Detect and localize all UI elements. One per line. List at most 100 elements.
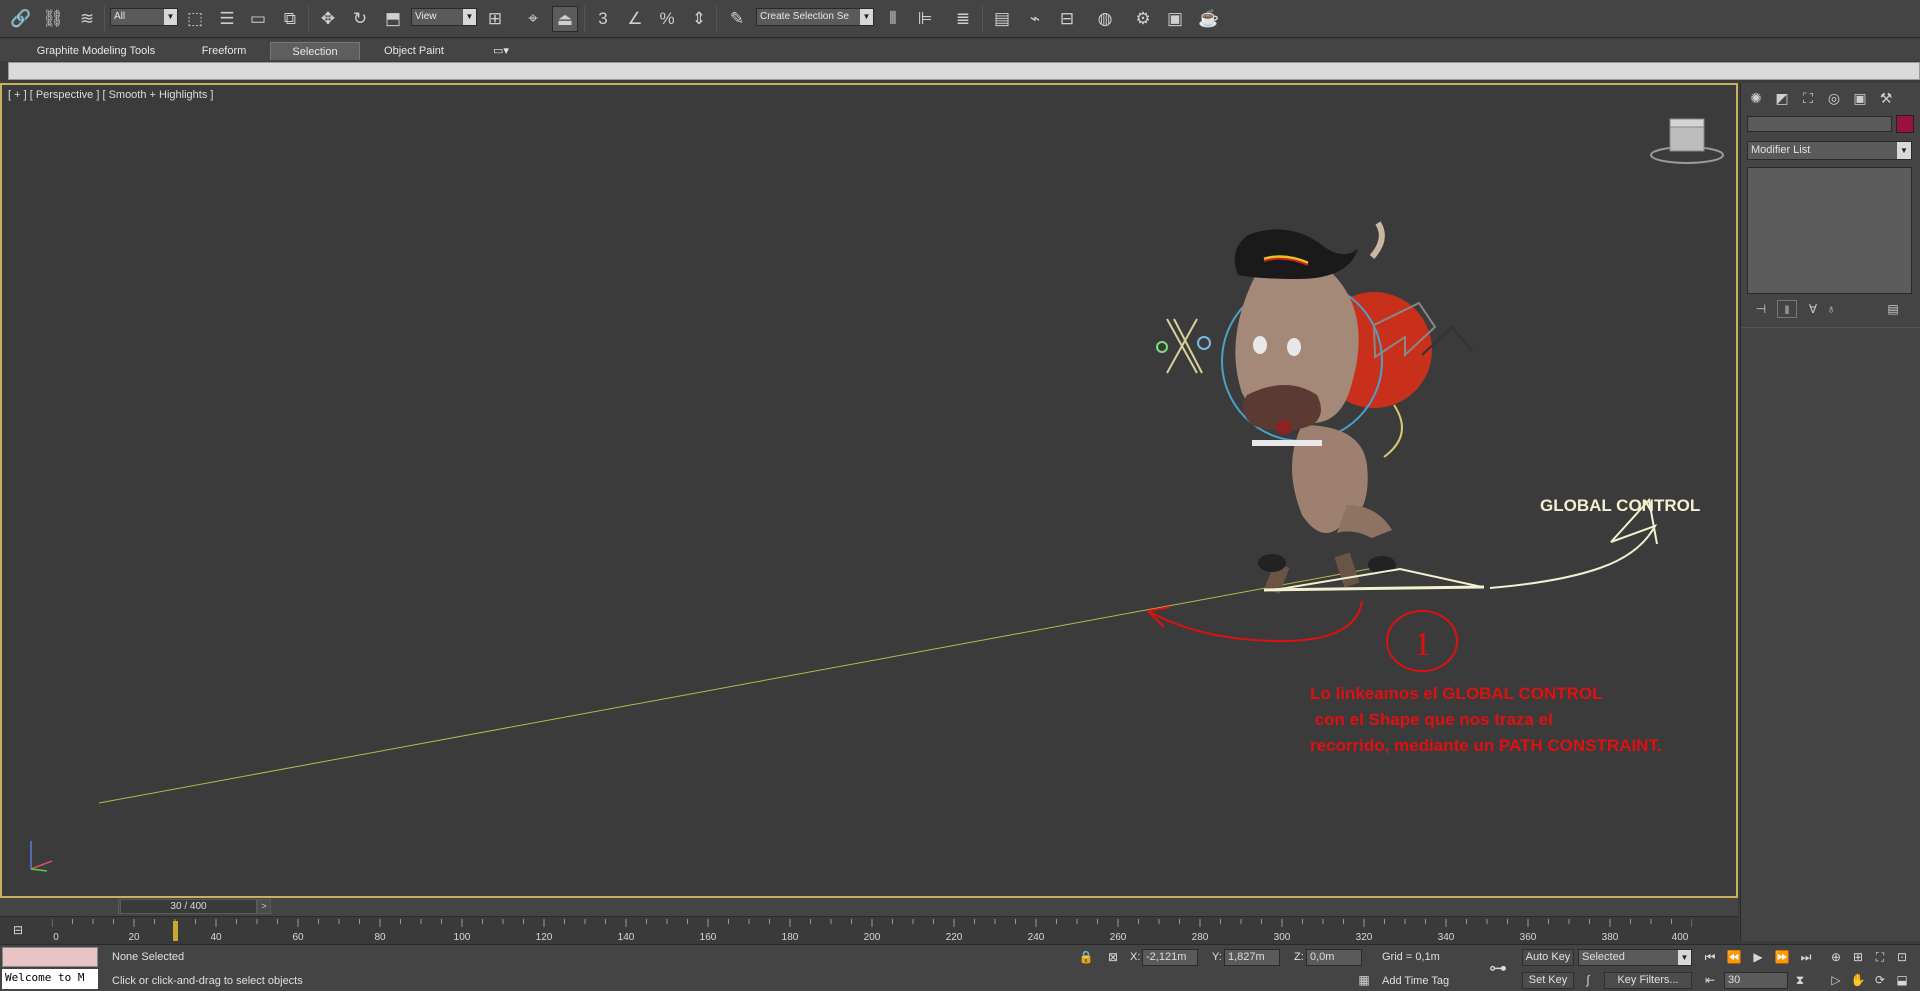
- zoom-all-icon[interactable]: ⊞: [1848, 948, 1868, 966]
- view-cube-icon[interactable]: [1650, 118, 1724, 164]
- play-icon[interactable]: ▶: [1748, 948, 1768, 966]
- time-slider-handle[interactable]: 30 / 400: [120, 899, 257, 914]
- key-filters-button[interactable]: Key Filters...: [1604, 972, 1692, 989]
- select-and-manipulate-icon[interactable]: ⌖: [520, 6, 546, 32]
- time-tag-icon[interactable]: ▦: [1354, 971, 1374, 989]
- edit-named-selection-icon[interactable]: ✎: [724, 6, 750, 32]
- zoom-icon[interactable]: ⊕: [1826, 948, 1846, 966]
- remove-modifier-icon[interactable]: ♁: [1821, 300, 1841, 318]
- object-name-field[interactable]: [1747, 116, 1892, 132]
- go-to-end-icon[interactable]: ⏭: [1796, 948, 1816, 966]
- key-selection-combo[interactable]: Selected ▼: [1578, 949, 1692, 966]
- path-shape[interactable]: [98, 567, 1375, 804]
- mirror-icon[interactable]: ⫴: [880, 6, 906, 32]
- selection-count: None Selected: [112, 951, 185, 963]
- spinner-snap-icon[interactable]: ⇕: [686, 6, 712, 32]
- add-time-tag[interactable]: Add Time Tag: [1382, 975, 1449, 987]
- select-and-move-icon[interactable]: ✥: [315, 6, 341, 32]
- render-setup-icon[interactable]: ⚙: [1130, 6, 1156, 32]
- go-to-start-icon[interactable]: ⏮: [1700, 948, 1720, 966]
- field-of-view-icon[interactable]: ▷: [1826, 971, 1846, 989]
- auto-key-button[interactable]: Auto Key: [1522, 949, 1574, 966]
- select-by-name-icon[interactable]: ☰: [214, 6, 240, 32]
- mini-curve-editor-icon[interactable]: ⊟: [8, 921, 28, 939]
- select-and-scale-icon[interactable]: ⬒: [380, 6, 406, 32]
- show-end-result-icon[interactable]: ‖: [1777, 300, 1797, 318]
- select-object-icon[interactable]: ⬚: [182, 6, 208, 32]
- select-and-link-icon[interactable]: 🔗: [8, 6, 34, 32]
- previous-frame-icon[interactable]: ⏪: [1724, 948, 1744, 966]
- curve-editor-icon[interactable]: ⌁: [1022, 6, 1048, 32]
- configure-modifier-sets-icon[interactable]: ▤: [1883, 300, 1903, 318]
- perspective-viewport[interactable]: [ + ] [ Perspective ] [ Smooth + Highlig…: [0, 83, 1738, 898]
- bull-character-model[interactable]: [1221, 221, 1473, 594]
- track-bar-ruler: 0 20 40 60 80 100 120 140 160 180 200 220 240 260 280 3…: [52, 919, 1692, 943]
- tab-freeform[interactable]: Freeform: [192, 42, 256, 60]
- pivot-center-icon[interactable]: ⊞: [482, 6, 508, 32]
- modifier-list-combo[interactable]: Modifier List ▼: [1747, 141, 1912, 160]
- tab-graphite-modeling-tools[interactable]: Graphite Modeling Tools: [28, 42, 164, 60]
- rectangular-selection-icon[interactable]: ▭: [245, 6, 271, 32]
- current-frame-field[interactable]: 30: [1724, 972, 1788, 989]
- ruler-tick-label: 180: [782, 932, 799, 943]
- x-coordinate-field[interactable]: -2,121m: [1142, 949, 1198, 966]
- maxscript-listener-field[interactable]: [2, 947, 98, 967]
- schematic-view-icon[interactable]: ⊟: [1054, 6, 1080, 32]
- z-coordinate-field[interactable]: 0,0m: [1306, 949, 1362, 966]
- unlink-selection-icon[interactable]: ⛓: [40, 6, 66, 32]
- set-key-button[interactable]: Set Key: [1522, 972, 1574, 989]
- next-frame-icon[interactable]: ⏩: [1772, 948, 1792, 966]
- time-slider[interactable]: < 30 / 400 >: [0, 898, 1738, 916]
- named-selection-sets-combo[interactable]: Create Selection Se ▼: [756, 8, 874, 26]
- track-bar[interactable]: ⊟ 0 20 40 60 80 100 120 140 160 180 200 220 240 260 28…: [0, 916, 1738, 944]
- rendered-frame-window-icon[interactable]: ▣: [1162, 6, 1188, 32]
- utilities-tab-icon[interactable]: ⚒: [1875, 87, 1897, 109]
- absolute-mode-icon[interactable]: ⊠: [1103, 948, 1123, 966]
- key-icon[interactable]: ⊶: [1488, 959, 1508, 977]
- pan-view-icon[interactable]: ✋: [1848, 971, 1868, 989]
- zoom-extents-icon[interactable]: ⛶: [1870, 948, 1890, 966]
- percent-snap-icon[interactable]: %: [654, 6, 680, 32]
- window-crossing-icon[interactable]: ⧉: [277, 6, 303, 32]
- render-production-icon[interactable]: ☕: [1196, 6, 1222, 32]
- pin-stack-icon[interactable]: ⊣: [1751, 300, 1771, 318]
- object-color-swatch[interactable]: [1896, 115, 1914, 133]
- tab-selection[interactable]: Selection: [270, 42, 360, 60]
- time-configuration-icon[interactable]: ⧗: [1790, 971, 1810, 989]
- ribbon-options-icon[interactable]: ▭▾: [486, 42, 516, 60]
- orbit-icon[interactable]: ⟳: [1870, 971, 1890, 989]
- note-line-1: Lo linkeamos el GLOBAL CONTROL: [1310, 684, 1603, 703]
- current-frame-marker[interactable]: [173, 921, 178, 941]
- snaps-toggle-icon[interactable]: 3: [590, 6, 616, 32]
- align-icon[interactable]: ⊫: [912, 6, 938, 32]
- motion-tab-icon[interactable]: ◎: [1823, 87, 1845, 109]
- make-unique-icon[interactable]: ∀: [1803, 300, 1823, 318]
- create-tab-icon[interactable]: ✺: [1745, 87, 1767, 109]
- material-editor-icon[interactable]: ◍: [1092, 6, 1118, 32]
- maxscript-mini-listener[interactable]: Welcome to M: [2, 969, 98, 989]
- next-frame-button[interactable]: >: [257, 899, 271, 914]
- layer-manager-icon[interactable]: ≣: [950, 6, 976, 32]
- modify-tab-icon[interactable]: ◩: [1771, 87, 1793, 109]
- ribbon-panel-collapsed[interactable]: [8, 62, 1920, 80]
- key-mode-icon[interactable]: ⇤: [1700, 971, 1720, 989]
- keyboard-shortcut-override-icon[interactable]: ⏏: [552, 6, 578, 32]
- scene-explorer-icon[interactable]: ▤: [989, 6, 1015, 32]
- helper-x-icon[interactable]: [1156, 318, 1211, 374]
- modifier-stack[interactable]: [1747, 167, 1912, 294]
- selection-filter-combo[interactable]: All ▼: [110, 8, 178, 26]
- tangent-type-icon[interactable]: ∫: [1578, 971, 1598, 989]
- select-and-rotate-icon[interactable]: ↻: [347, 6, 373, 32]
- zoom-extents-all-icon[interactable]: ⊡: [1892, 948, 1912, 966]
- reference-coordinate-combo[interactable]: View ▼: [411, 8, 477, 26]
- angle-snap-icon[interactable]: ∠: [622, 6, 648, 32]
- y-coordinate-field[interactable]: 1,827m: [1224, 949, 1280, 966]
- display-tab-icon[interactable]: ▣: [1849, 87, 1871, 109]
- ruler-tick-label: 360: [1520, 932, 1537, 943]
- selection-lock-icon[interactable]: 🔒: [1076, 948, 1096, 966]
- ruler-tick-label: 260: [1110, 932, 1127, 943]
- maximize-viewport-icon[interactable]: ⬓: [1892, 971, 1912, 989]
- hierarchy-tab-icon[interactable]: ⛶: [1797, 87, 1819, 109]
- bind-to-space-warp-icon[interactable]: ≋: [74, 6, 100, 32]
- tab-object-paint[interactable]: Object Paint: [376, 42, 452, 60]
